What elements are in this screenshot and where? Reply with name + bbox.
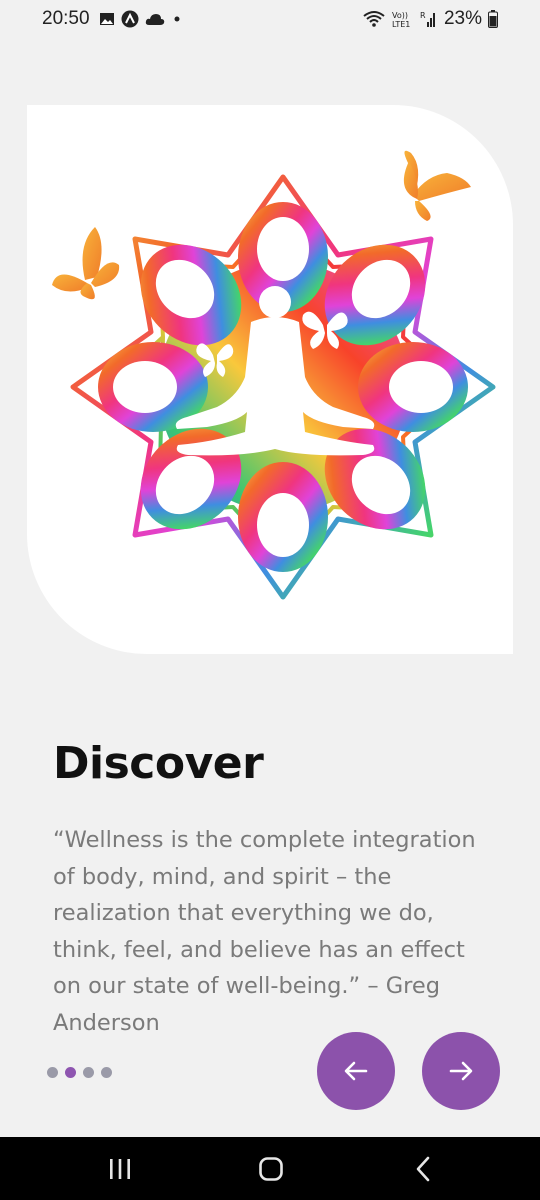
- battery-icon: [488, 10, 498, 28]
- page-indicator: [47, 1067, 112, 1078]
- recent-apps-icon: [110, 1158, 130, 1179]
- page-dot: [83, 1067, 94, 1078]
- next-button[interactable]: [422, 1032, 500, 1110]
- meditation-mandala-illustration: [52, 150, 496, 600]
- home-button[interactable]: [241, 1137, 301, 1200]
- app-icon: [121, 10, 139, 28]
- page-dot: [101, 1067, 112, 1078]
- cloud-icon: [145, 14, 165, 25]
- volte-icon: Vo)) LTE1: [392, 11, 410, 28]
- onboarding-title: Discover: [53, 738, 264, 789]
- page-dot: [47, 1067, 58, 1078]
- arrow-right-icon: [449, 1061, 473, 1081]
- back-button[interactable]: [393, 1137, 453, 1200]
- status-bar: 20:50 Vo)) LTE1 R 23%: [0, 0, 540, 40]
- dot-icon: [174, 16, 180, 22]
- hero-illustration-card: [27, 105, 513, 654]
- onboarding-quote: “Wellness is the complete integration of…: [53, 827, 476, 1036]
- wifi-icon: [363, 11, 385, 27]
- status-right-icons: Vo)) LTE1 R 23%: [362, 8, 498, 30]
- status-left-icons: [99, 10, 183, 28]
- status-time: 20:50: [42, 8, 90, 29]
- svg-text:R: R: [420, 11, 426, 20]
- arrow-left-icon: [344, 1061, 368, 1081]
- back-icon: [416, 1156, 430, 1181]
- signal-icon: R: [420, 11, 435, 27]
- battery-percent: 23%: [443, 8, 482, 29]
- image-icon: [100, 13, 114, 25]
- page-dot-active: [65, 1067, 76, 1078]
- system-navigation-bar: [0, 1137, 540, 1200]
- svg-text:Vo)): Vo)): [392, 11, 408, 20]
- svg-text:LTE1: LTE1: [392, 20, 410, 28]
- home-icon: [259, 1156, 283, 1181]
- recent-apps-button[interactable]: [90, 1137, 150, 1200]
- previous-button[interactable]: [317, 1032, 395, 1110]
